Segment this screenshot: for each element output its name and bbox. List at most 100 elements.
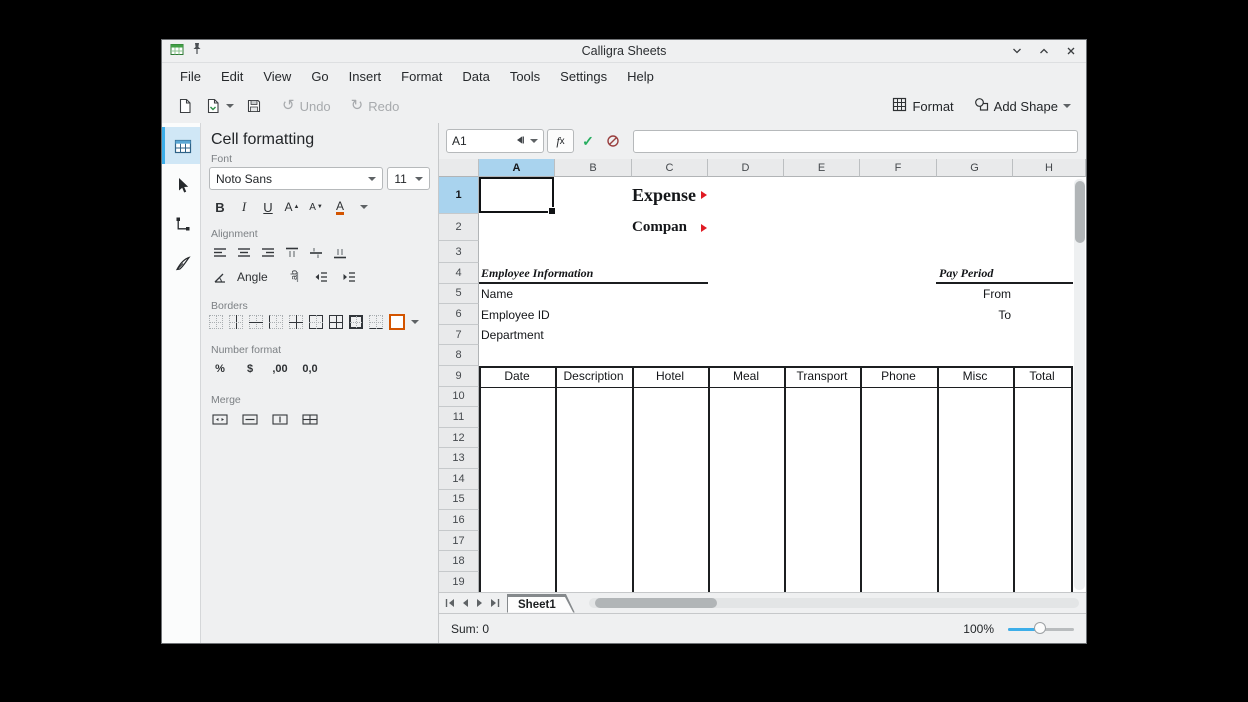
menu-settings[interactable]: Settings — [550, 66, 617, 87]
shrink-font-button[interactable]: A▼ — [305, 196, 327, 218]
row-header-10[interactable]: 10 — [439, 387, 479, 408]
text-color-button[interactable]: A — [329, 196, 351, 218]
decrease-precision-button[interactable]: 0,0 — [299, 358, 321, 380]
undo-button[interactable]: ↺ Undo — [277, 95, 336, 118]
cell-reference-combo[interactable]: A1 — [446, 129, 544, 153]
selected-cell-outline[interactable] — [479, 177, 554, 213]
currency-format-button[interactable]: $ — [239, 358, 261, 380]
increase-precision-button[interactable]: ,00 — [269, 358, 291, 380]
zoom-slider-knob[interactable] — [1034, 622, 1046, 634]
cell-ref-caret[interactable] — [530, 139, 538, 143]
border-none-button[interactable] — [209, 315, 223, 329]
zoom-slider[interactable] — [1008, 622, 1074, 636]
add-shape-button[interactable]: Add Shape — [969, 93, 1076, 119]
row-header-12[interactable]: 12 — [439, 428, 479, 449]
titlebar[interactable]: Calligra Sheets — [162, 40, 1086, 63]
merge-cells-button[interactable] — [209, 408, 231, 430]
row-header-15[interactable]: 15 — [439, 490, 479, 511]
row-header-16[interactable]: 16 — [439, 510, 479, 531]
merge-horizontal-button[interactable] — [239, 408, 261, 430]
cell-tool-button[interactable] — [162, 127, 200, 164]
align-middle-button[interactable] — [305, 242, 327, 264]
cells-canvas[interactable]: Expense Compan Employee Information Pay … — [479, 177, 1073, 592]
selection-handle[interactable] — [548, 207, 556, 215]
border-left-button[interactable] — [269, 315, 283, 329]
row-header-13[interactable]: 13 — [439, 448, 479, 469]
column-header-h[interactable]: H — [1013, 159, 1086, 177]
next-sheet-button[interactable] — [473, 596, 486, 611]
border-vertical-button[interactable] — [229, 315, 243, 329]
minimize-button[interactable] — [1010, 44, 1024, 58]
column-header-b[interactable]: B — [555, 159, 632, 177]
save-button[interactable] — [241, 94, 267, 118]
border-horizontal-button[interactable] — [249, 315, 263, 329]
row-header-7[interactable]: 7 — [439, 325, 479, 346]
previous-sheet-button[interactable] — [458, 596, 471, 611]
column-header-a[interactable]: A — [479, 159, 555, 177]
column-header-g[interactable]: G — [937, 159, 1013, 177]
close-button[interactable] — [1064, 44, 1078, 58]
align-bottom-button[interactable] — [329, 242, 351, 264]
function-button[interactable]: fx — [547, 129, 574, 153]
row-header-19[interactable]: 19 — [439, 572, 479, 592]
sheet-grid[interactable]: A B C D E F G H 1 2 3 4 5 — [439, 159, 1086, 592]
vertical-scrollbar-thumb[interactable] — [1075, 181, 1085, 243]
border-all-button[interactable] — [329, 315, 343, 329]
decrease-indent-button[interactable] — [310, 266, 332, 288]
menu-file[interactable]: File — [170, 66, 211, 87]
align-left-button[interactable] — [209, 242, 231, 264]
italic-button[interactable]: I — [233, 196, 255, 218]
menu-tools[interactable]: Tools — [500, 66, 550, 87]
column-header-c[interactable]: C — [632, 159, 708, 177]
select-all-corner[interactable] — [439, 159, 479, 177]
calligraphy-tool-button[interactable] — [162, 244, 200, 281]
row-header-14[interactable]: 14 — [439, 469, 479, 490]
row-header-9[interactable]: 9 — [439, 366, 479, 387]
open-document-button[interactable] — [200, 94, 239, 118]
row-header-17[interactable]: 17 — [439, 531, 479, 552]
row-header-1[interactable]: 1 — [439, 177, 479, 214]
menu-view[interactable]: View — [253, 66, 301, 87]
percent-format-button[interactable]: % — [209, 358, 231, 380]
column-header-f[interactable]: F — [860, 159, 937, 177]
font-family-select[interactable]: Noto Sans — [209, 167, 383, 190]
row-header-18[interactable]: 18 — [439, 551, 479, 572]
open-dropdown-caret[interactable] — [226, 104, 234, 108]
border-bottom-button[interactable] — [369, 315, 383, 329]
border-outline-button[interactable] — [309, 315, 323, 329]
bold-button[interactable]: B — [209, 196, 231, 218]
column-header-e[interactable]: E — [784, 159, 860, 177]
align-top-button[interactable] — [281, 242, 303, 264]
format-button[interactable]: Format — [887, 93, 958, 119]
vertical-text-button[interactable]: ab — [282, 266, 304, 288]
increase-indent-button[interactable] — [338, 266, 360, 288]
row-header-2[interactable]: 2 — [439, 214, 479, 241]
column-header-d[interactable]: D — [708, 159, 784, 177]
border-inner-button[interactable] — [289, 315, 303, 329]
vertical-scrollbar[interactable] — [1074, 179, 1085, 590]
new-document-button[interactable] — [172, 94, 198, 118]
last-sheet-button[interactable] — [488, 596, 501, 611]
horizontal-scrollbar[interactable] — [589, 598, 1079, 608]
grow-font-button[interactable]: A▲ — [281, 196, 303, 218]
menu-edit[interactable]: Edit — [211, 66, 253, 87]
font-more-button[interactable] — [353, 196, 375, 218]
first-sheet-button[interactable] — [443, 596, 456, 611]
apply-formula-button[interactable]: ✓ — [577, 130, 599, 152]
row-header-3[interactable]: 3 — [439, 241, 479, 263]
merge-vertical-button[interactable] — [269, 408, 291, 430]
border-color-swatch[interactable] — [389, 314, 405, 330]
horizontal-scrollbar-thumb[interactable] — [595, 598, 717, 608]
pin-icon[interactable] — [191, 42, 203, 60]
menu-data[interactable]: Data — [452, 66, 499, 87]
row-header-11[interactable]: 11 — [439, 407, 479, 428]
menu-go[interactable]: Go — [301, 66, 338, 87]
maximize-button[interactable] — [1037, 44, 1051, 58]
row-header-6[interactable]: 6 — [439, 304, 479, 325]
row-header-5[interactable]: 5 — [439, 284, 479, 305]
angle-icon[interactable] — [209, 266, 231, 288]
menu-format[interactable]: Format — [391, 66, 452, 87]
selection-tool-button[interactable] — [162, 166, 200, 203]
border-more-caret[interactable] — [411, 320, 419, 324]
menu-insert[interactable]: Insert — [339, 66, 392, 87]
